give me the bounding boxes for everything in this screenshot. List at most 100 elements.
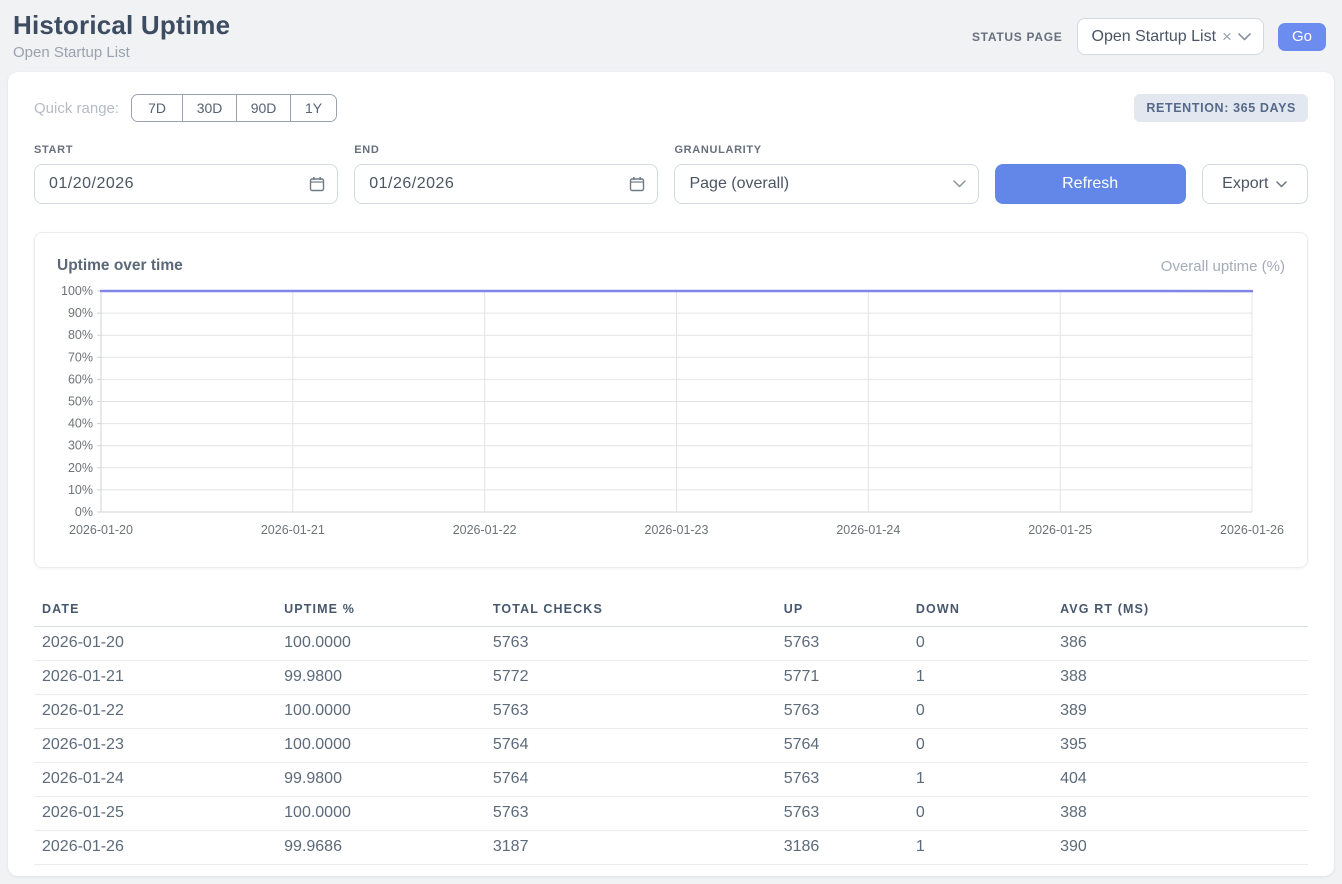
svg-text:30%: 30% [68,439,93,453]
page-subtitle: Open Startup List [13,44,230,61]
svg-text:2026-01-23: 2026-01-23 [645,523,709,537]
table-row: 2026-01-22100.0000576357630389 [34,695,1308,729]
table-cell: 99.9800 [276,661,485,695]
page-title: Historical Uptime [13,10,230,41]
quick-range-90d-button[interactable]: 90D [236,95,290,121]
table-cell: 2026-01-26 [34,831,276,865]
svg-text:90%: 90% [68,306,93,320]
chevron-down-icon [1276,181,1287,188]
table-cell: 1 [908,661,1052,695]
column-header-avg-rt-ms-: AVG RT (MS) [1052,594,1308,627]
calendar-icon[interactable] [629,176,645,192]
table-cell: 5763 [485,695,776,729]
column-header-up: UP [776,594,908,627]
uptime-line-chart: 0%10%20%30%40%50%60%70%80%90%100%2026-01… [55,285,1287,552]
table-cell: 5763 [776,627,908,661]
chevron-down-icon [953,180,966,188]
chart-header: Uptime over time Overall uptime (%) [55,249,1287,277]
clear-selection-icon[interactable]: × [1222,28,1232,45]
svg-text:50%: 50% [68,395,93,409]
quick-range-segmented-control: 7D30D90D1Y [131,94,337,122]
table-cell: 2026-01-25 [34,797,276,831]
table-cell: 1 [908,831,1052,865]
table-cell: 5772 [485,661,776,695]
table-row: 2026-01-25100.0000576357630388 [34,797,1308,831]
title-block: Historical Uptime Open Startup List [13,10,230,61]
table-cell: 0 [908,729,1052,763]
end-date-value: 01/26/2026 [369,175,454,193]
table-row: 2026-01-2199.9800577257711388 [34,661,1308,695]
end-date-label: END [354,144,658,156]
quick-range-1y-button[interactable]: 1Y [290,95,336,121]
granularity-select[interactable]: Page (overall) [674,164,978,204]
table-row: 2026-01-2699.9686318731861390 [34,831,1308,865]
table-cell: 404 [1052,763,1308,797]
table-row: 2026-01-23100.0000576457640395 [34,729,1308,763]
header-controls: STATUS PAGE Open Startup List × Go [972,18,1326,55]
svg-text:2026-01-26: 2026-01-26 [1220,523,1284,537]
granularity-selected-value: Page (overall) [689,175,789,193]
table-row: 2026-01-2499.9800576457631404 [34,763,1308,797]
column-header-uptime-: UPTIME % [276,594,485,627]
table-cell: 100.0000 [276,729,485,763]
table-cell: 5763 [485,627,776,661]
start-date-value: 01/20/2026 [49,175,134,193]
table-row: 2026-01-20100.0000576357630386 [34,627,1308,661]
status-page-select[interactable]: Open Startup List × [1077,18,1264,55]
table-cell: 388 [1052,661,1308,695]
svg-text:60%: 60% [68,372,93,386]
svg-text:100%: 100% [61,285,93,298]
chart-legend: Overall uptime (%) [1161,258,1285,275]
quick-range-row: Quick range: 7D30D90D1Y RETENTION: 365 D… [34,94,1308,122]
table-cell: 5764 [485,763,776,797]
retention-badge: RETENTION: 365 DAYS [1134,94,1308,122]
table-cell: 0 [908,797,1052,831]
table-header: DATEUPTIME %TOTAL CHECKSUPDOWNAVG RT (MS… [34,594,1308,627]
table-cell: 0 [908,627,1052,661]
uptime-table: DATEUPTIME %TOTAL CHECKSUPDOWNAVG RT (MS… [34,594,1308,865]
table-cell: 395 [1052,729,1308,763]
table-cell: 5763 [776,695,908,729]
table-cell: 2026-01-22 [34,695,276,729]
table-cell: 388 [1052,797,1308,831]
export-button[interactable]: Export [1202,164,1308,204]
svg-text:2026-01-21: 2026-01-21 [261,523,325,537]
table-cell: 2026-01-24 [34,763,276,797]
start-date-field: START 01/20/2026 [34,144,338,204]
page-header: Historical Uptime Open Startup List STAT… [0,0,1342,70]
svg-text:10%: 10% [68,483,93,497]
table-cell: 100.0000 [276,627,485,661]
table-cell: 2026-01-21 [34,661,276,695]
chart-title: Uptime over time [57,257,183,275]
quick-range-label: Quick range: [34,100,119,117]
svg-text:20%: 20% [68,461,93,475]
svg-text:2026-01-22: 2026-01-22 [453,523,517,537]
refresh-button[interactable]: Refresh [995,164,1186,204]
table-cell: 5763 [776,763,908,797]
table-cell: 3186 [776,831,908,865]
start-date-input[interactable]: 01/20/2026 [34,164,338,204]
column-header-down: DOWN [908,594,1052,627]
table-cell: 5771 [776,661,908,695]
table-cell: 2026-01-20 [34,627,276,661]
uptime-chart-card: Uptime over time Overall uptime (%) 0%10… [34,232,1308,568]
table-cell: 1 [908,763,1052,797]
quick-range-7d-button[interactable]: 7D [132,95,182,121]
table-cell: 5764 [485,729,776,763]
start-date-label: START [34,144,338,156]
quick-range-30d-button[interactable]: 30D [182,95,236,121]
table-cell: 3187 [485,831,776,865]
granularity-label: GRANULARITY [674,144,978,156]
table-cell: 389 [1052,695,1308,729]
export-button-label: Export [1222,175,1268,193]
main-card: Quick range: 7D30D90D1Y RETENTION: 365 D… [8,72,1334,876]
table-cell: 390 [1052,831,1308,865]
column-header-total-checks: TOTAL CHECKS [485,594,776,627]
svg-text:2026-01-25: 2026-01-25 [1028,523,1092,537]
calendar-icon[interactable] [309,176,325,192]
end-date-input[interactable]: 01/26/2026 [354,164,658,204]
end-date-field: END 01/26/2026 [354,144,658,204]
go-button[interactable]: Go [1278,23,1326,51]
table-cell: 99.9800 [276,763,485,797]
table-cell: 386 [1052,627,1308,661]
